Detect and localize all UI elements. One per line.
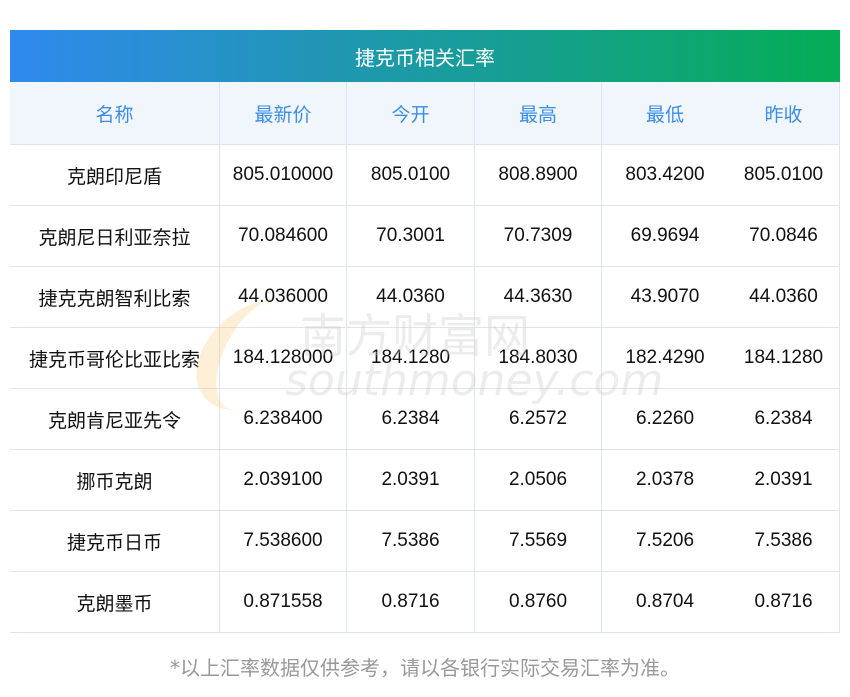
cell-name: 挪币克朗 [10, 449, 220, 511]
cell-low: 2.0378 [601, 449, 728, 511]
table-row: 挪币克朗 2.039100 2.0391 2.0506 2.0378 2.0391 [10, 449, 840, 511]
cell-prev-close: 6.2384 [728, 388, 840, 450]
cell-latest: 7.538600 [219, 510, 347, 572]
cell-prev-close: 70.0846 [728, 205, 840, 267]
cell-open: 44.0360 [346, 266, 475, 328]
cell-low: 803.4200 [601, 144, 728, 206]
cell-latest: 184.128000 [219, 327, 347, 389]
cell-open: 0.8716 [346, 571, 475, 633]
table-row: 捷克币日币 7.538600 7.5386 7.5569 7.5206 7.5386 [10, 510, 840, 572]
table-title: 捷克币相关汇率 [10, 30, 840, 82]
col-header-low: 最低 [601, 82, 728, 145]
cell-high: 808.8900 [474, 144, 602, 206]
cell-high: 7.5569 [474, 510, 602, 572]
cell-prev-close: 2.0391 [728, 449, 840, 511]
col-header-name: 名称 [10, 82, 220, 145]
cell-name: 捷克币日币 [10, 510, 220, 572]
cell-latest: 0.871558 [219, 571, 347, 633]
table-row: 捷克克朗智利比索 44.036000 44.0360 44.3630 43.9070 44… [10, 266, 840, 328]
cell-name: 克朗墨币 [10, 571, 220, 633]
cell-high: 44.3630 [474, 266, 602, 328]
col-header-latest: 最新价 [219, 82, 347, 145]
cell-high: 2.0506 [474, 449, 602, 511]
col-header-prev-close: 昨收 [728, 82, 840, 145]
cell-open: 805.0100 [346, 144, 475, 206]
cell-name: 克朗印尼盾 [10, 144, 220, 206]
cell-name: 克朗肯尼亚先令 [10, 388, 220, 450]
cell-open: 184.1280 [346, 327, 475, 389]
cell-latest: 2.039100 [219, 449, 347, 511]
disclaimer-note: *以上汇率数据仅供参考，请以各银行实际交易汇率为准。 [170, 656, 680, 680]
cell-name: 捷克币哥伦比亚比索 [10, 327, 220, 389]
cell-prev-close: 0.8716 [728, 571, 840, 633]
cell-prev-close: 7.5386 [728, 510, 840, 572]
cell-name: 克朗尼日利亚奈拉 [10, 205, 220, 267]
table-row: 捷克币哥伦比亚比索 184.128000 184.1280 184.8030 182.4… [10, 327, 840, 389]
table-row: 克朗印尼盾 805.010000 805.0100 808.8900 803.4200 8… [10, 144, 840, 206]
cell-latest: 6.238400 [219, 388, 347, 450]
cell-high: 184.8030 [474, 327, 602, 389]
cell-latest: 44.036000 [219, 266, 347, 328]
cell-prev-close: 805.0100 [728, 144, 840, 206]
table-row: 克朗尼日利亚奈拉 70.084600 70.3001 70.7309 69.9694 70… [10, 205, 840, 267]
header-row: 名称 最新价 今开 最高 最低 昨收 [10, 82, 840, 145]
cell-high: 70.7309 [474, 205, 602, 267]
cell-low: 43.9070 [601, 266, 728, 328]
cell-low: 182.4290 [601, 327, 728, 389]
cell-latest: 805.010000 [219, 144, 347, 206]
col-header-open: 今开 [346, 82, 475, 145]
cell-open: 2.0391 [346, 449, 475, 511]
cell-low: 6.2260 [601, 388, 728, 450]
cell-prev-close: 44.0360 [728, 266, 840, 328]
cell-low: 0.8704 [601, 571, 728, 633]
col-header-high: 最高 [474, 82, 602, 145]
exchange-rate-table: 名称 最新价 今开 最高 最低 昨收 克朗印尼盾 805.010000 805.01… [10, 82, 840, 633]
cell-low: 7.5206 [601, 510, 728, 572]
cell-prev-close: 184.1280 [728, 327, 840, 389]
cell-open: 6.2384 [346, 388, 475, 450]
cell-name: 捷克克朗智利比索 [10, 266, 220, 328]
cell-open: 7.5386 [346, 510, 475, 572]
cell-high: 6.2572 [474, 388, 602, 450]
cell-latest: 70.084600 [219, 205, 347, 267]
cell-high: 0.8760 [474, 571, 602, 633]
table-row: 克朗肯尼亚先令 6.238400 6.2384 6.2572 6.2260 6.2384 [10, 388, 840, 450]
cell-open: 70.3001 [346, 205, 475, 267]
cell-low: 69.9694 [601, 205, 728, 267]
table-row: 克朗墨币 0.871558 0.8716 0.8760 0.8704 0.8716 [10, 571, 840, 633]
